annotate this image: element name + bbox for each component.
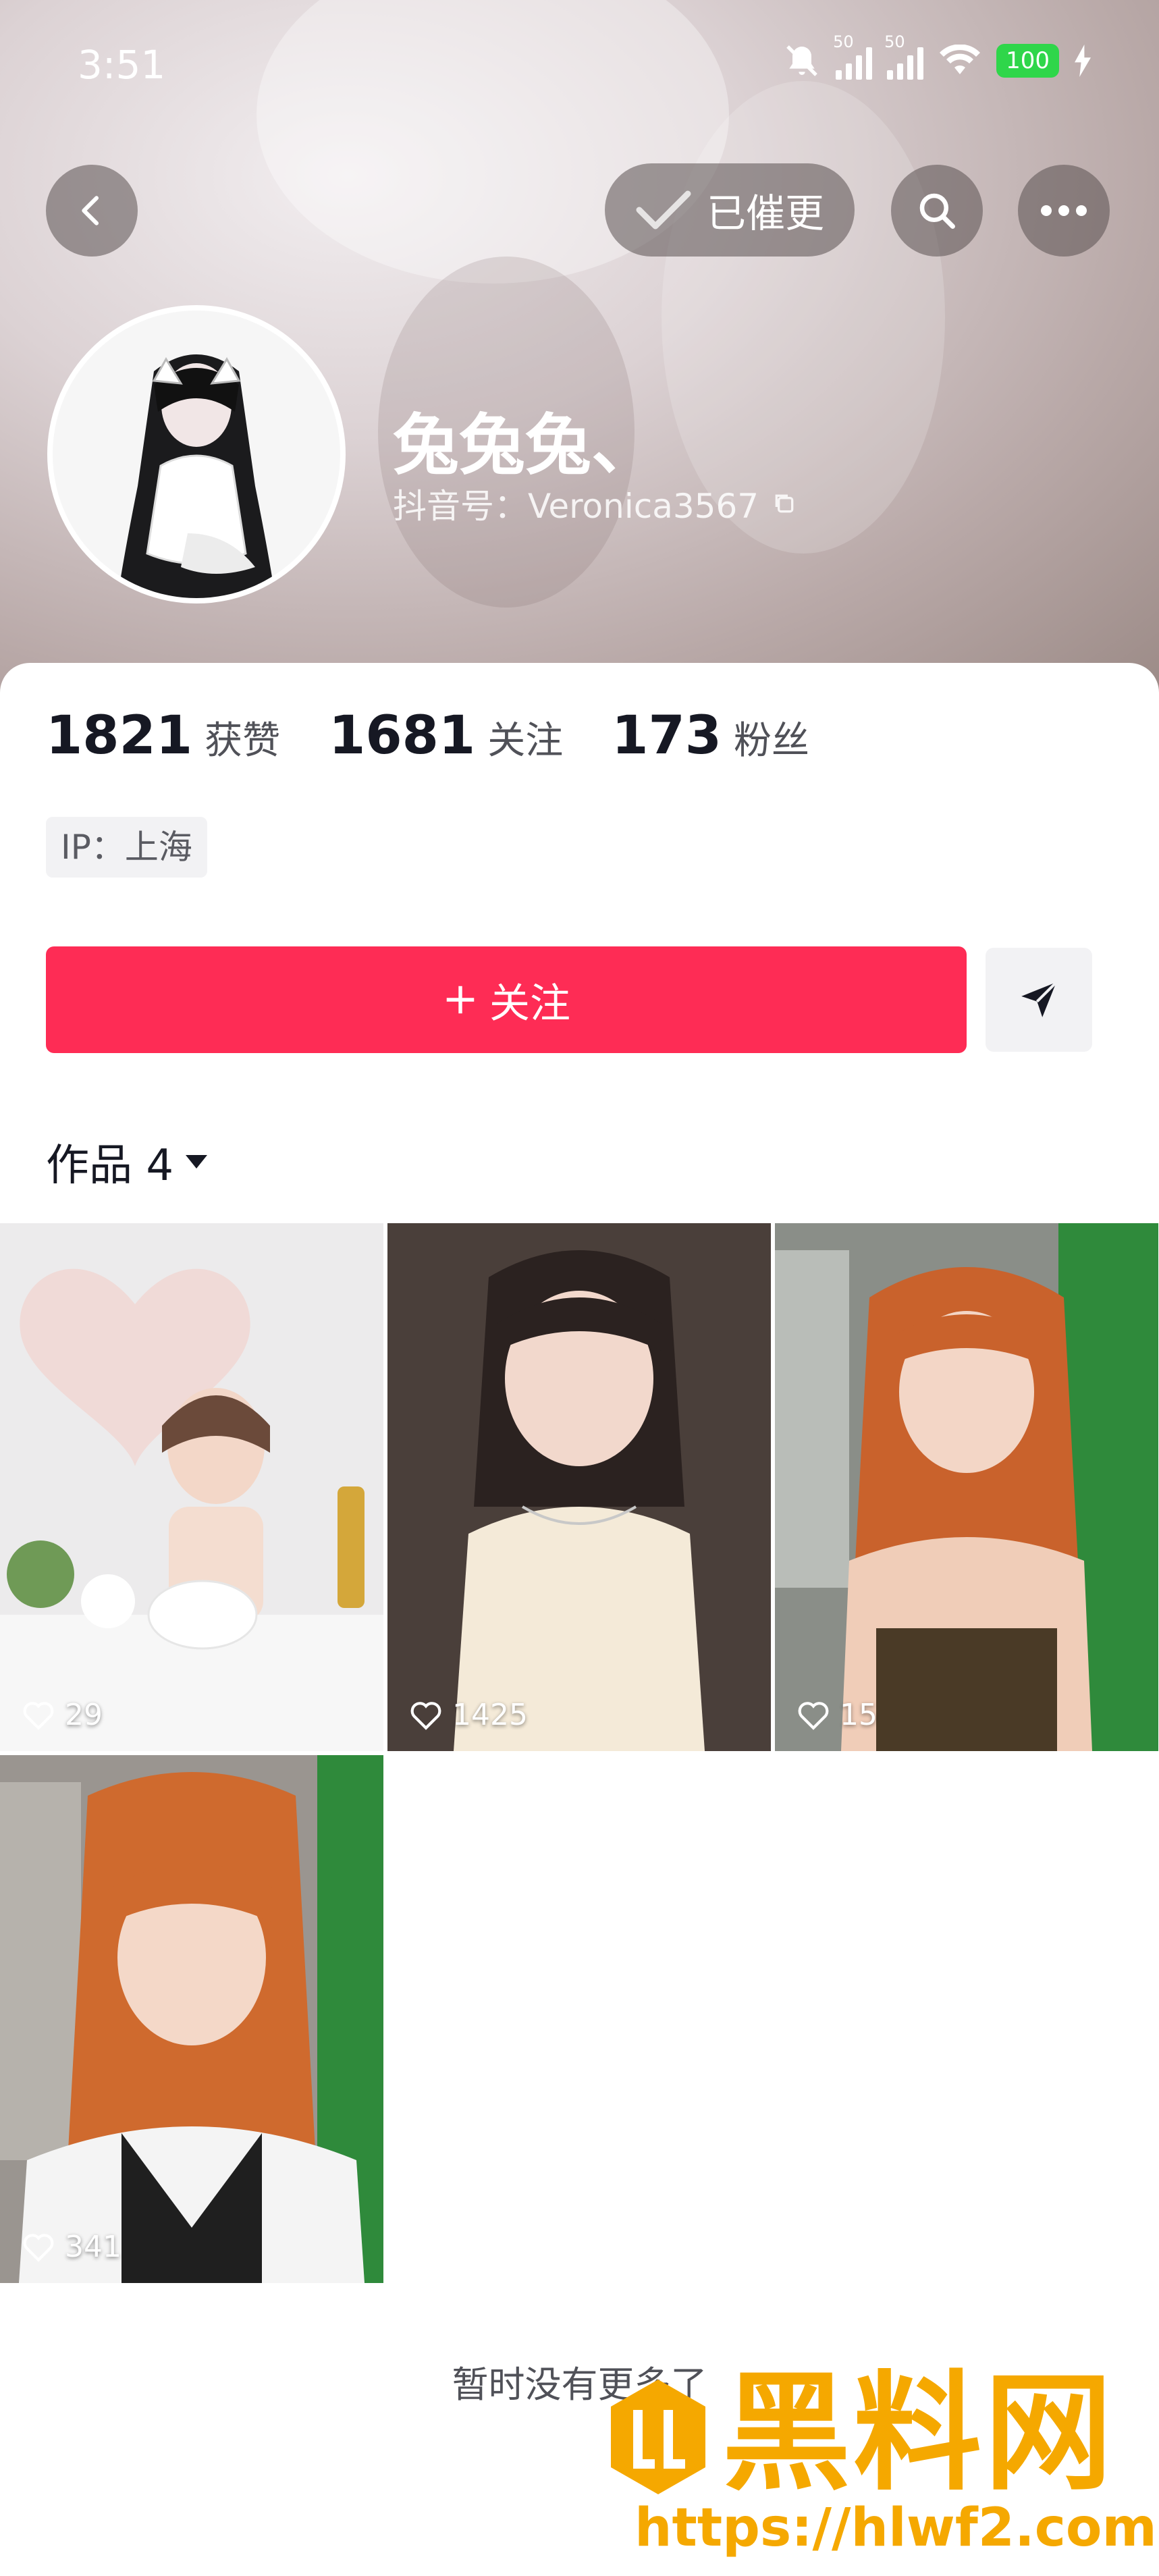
- stat-label: 获赞: [205, 719, 281, 763]
- video-thumbnail[interactable]: 341: [0, 1755, 383, 2283]
- reminded-update-label: 已催更: [706, 190, 824, 236]
- stat-likes[interactable]: 1821 获赞: [46, 705, 280, 766]
- like-count: 341: [22, 2230, 122, 2264]
- video-thumbnail[interactable]: 29: [0, 1223, 383, 1751]
- stat-followers[interactable]: 173 粉丝: [612, 705, 809, 766]
- thumbnail-image: [0, 1223, 383, 1751]
- search-icon: [919, 193, 955, 229]
- like-count-value: 1425: [452, 1698, 528, 1732]
- profile-stats: 1821 获赞 1681 关注 173 粉丝: [46, 705, 809, 766]
- status-time: 3:51: [78, 42, 166, 88]
- follow-label: 关注: [489, 980, 570, 1027]
- heart-outline-icon: [798, 1701, 829, 1730]
- video-thumbnail[interactable]: 1425: [387, 1223, 771, 1751]
- signal-label: 50: [833, 32, 854, 51]
- thumbnail-image: [0, 1755, 383, 2283]
- plus-icon: [446, 986, 475, 1014]
- like-count-value: 15: [840, 1698, 878, 1732]
- more-button[interactable]: [1018, 165, 1110, 257]
- heart-outline-icon: [410, 1701, 441, 1730]
- stat-value: 1681: [329, 705, 476, 766]
- watermark-title: 黑料网: [722, 2359, 1116, 2508]
- video-thumbnail[interactable]: 15: [775, 1223, 1158, 1751]
- works-tab[interactable]: 作品 4: [46, 1131, 210, 1193]
- watermark-logo-icon: [611, 2380, 705, 2494]
- battery-indicator: 100: [996, 44, 1059, 78]
- thumbnail-image: [775, 1223, 1158, 1751]
- like-count-value: 29: [65, 1698, 103, 1732]
- profile-page: 3:51 50 50 100 已催更 兔兔兔、 抖音号：Veronica3567…: [0, 0, 1159, 2576]
- thumbnail-image: [387, 1223, 771, 1751]
- like-count: 29: [22, 1698, 103, 1732]
- like-count: 15: [797, 1698, 878, 1732]
- follow-button[interactable]: 关注: [46, 946, 967, 1053]
- share-button[interactable]: [986, 948, 1092, 1052]
- watermark-url: https://hlwf2.com: [635, 2498, 1157, 2558]
- signal-icon: 50: [884, 32, 924, 80]
- heart-outline-icon: [23, 1701, 54, 1730]
- check-icon: [636, 190, 691, 230]
- douyin-id: 抖音号：Veronica3567: [393, 479, 798, 528]
- profile-nickname: 兔兔兔、: [393, 407, 658, 484]
- copy-icon[interactable]: [771, 490, 798, 517]
- stat-value: 1821: [46, 705, 193, 766]
- status-bar: 3:51 50 50 100: [0, 0, 1159, 128]
- avatar[interactable]: [47, 305, 346, 603]
- more-dots-icon: [1041, 205, 1087, 216]
- stat-label: 粉丝: [734, 719, 810, 763]
- wifi-icon: [940, 45, 981, 74]
- like-count-value: 341: [65, 2230, 122, 2264]
- caret-down-icon: [186, 1155, 208, 1169]
- search-button[interactable]: [891, 165, 983, 257]
- stat-value: 173: [612, 705, 722, 766]
- stat-label: 关注: [487, 719, 564, 763]
- signal-label: 50: [884, 32, 905, 51]
- works-title: 作品 4: [46, 1141, 174, 1191]
- avatar-image: [53, 311, 340, 598]
- ip-location-tag: IP：上海: [46, 817, 207, 878]
- douyin-id-label: 抖音号：Veronica3567: [393, 487, 759, 526]
- chevron-left-icon: [82, 196, 99, 225]
- status-icons: 50 50 100: [783, 32, 1091, 80]
- signal-icon: 50: [833, 32, 873, 80]
- charging-icon: [1075, 45, 1091, 77]
- reminded-update-button[interactable]: 已催更: [605, 163, 855, 257]
- like-count: 1425: [409, 1698, 528, 1732]
- heart-outline-icon: [23, 2233, 54, 2262]
- send-icon: [1021, 981, 1058, 1017]
- mute-bell-icon: [786, 45, 817, 76]
- stat-following[interactable]: 1681 关注: [329, 705, 563, 766]
- back-button[interactable]: [46, 165, 138, 257]
